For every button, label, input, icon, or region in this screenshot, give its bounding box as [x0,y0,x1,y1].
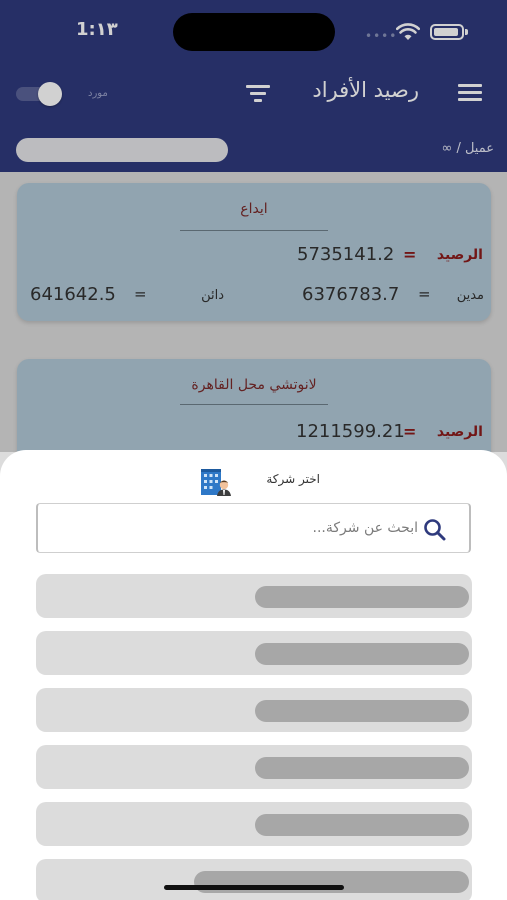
loading-placeholder-row [36,631,472,675]
loading-placeholder-bar [255,757,469,779]
loading-placeholder-bar [255,643,469,665]
loading-placeholder-bar [255,700,469,722]
loading-placeholder-row [36,745,472,789]
loading-placeholder-bar [255,586,469,608]
company-building-icon [201,469,231,496]
sheet-title: اختر شركة [266,472,320,486]
search-placeholder: ابحث عن شركة... [312,520,418,536]
loading-placeholder-row [36,688,472,732]
app-screen: 1:١٣ •••• رصيد الأفراد مورد عميل / ∞ ايد… [0,0,507,900]
home-indicator[interactable] [164,885,344,890]
modal-scrim[interactable] [0,0,507,452]
company-picker-sheet: اختر شركة ابحث عن شركة... [0,450,507,900]
loading-placeholder-bar [255,814,469,836]
company-search-field[interactable]: ابحث عن شركة... [36,503,471,553]
loading-placeholder-row [36,574,472,618]
loading-placeholder-row [36,802,472,846]
search-icon [424,519,446,541]
loading-placeholder-row [36,859,472,900]
